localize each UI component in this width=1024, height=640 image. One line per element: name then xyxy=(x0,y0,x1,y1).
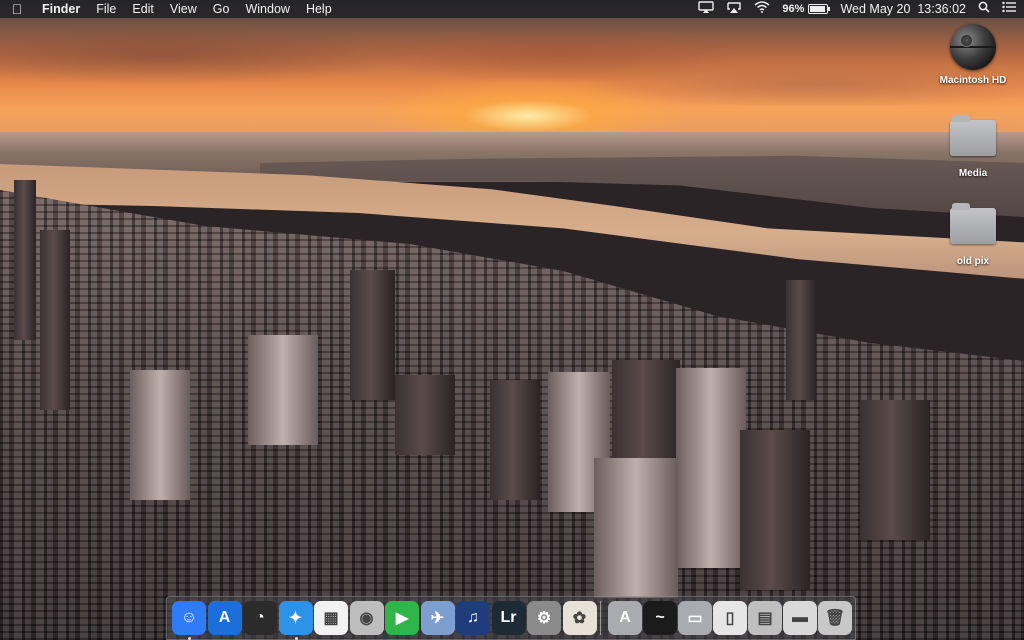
facetime-icon: ▶ xyxy=(395,610,409,627)
skyscraper xyxy=(14,180,36,340)
skyscraper xyxy=(248,335,318,445)
dock-preview[interactable]: ✈ xyxy=(420,601,455,635)
finder-icon: ☺ xyxy=(180,609,198,626)
desktop-icon-label: old pix xyxy=(956,256,990,267)
dock-facetime[interactable]: ▶ xyxy=(385,601,419,635)
battery-status[interactable]: 96% xyxy=(782,0,831,18)
skyscraper xyxy=(40,230,70,410)
menu-finder[interactable]: Finder xyxy=(34,0,88,18)
dock-safari[interactable]: ✦ xyxy=(278,601,313,635)
launchpad-icon: ▦ xyxy=(323,610,339,627)
lightroom-icon: Lr xyxy=(500,609,517,626)
skyscraper xyxy=(350,270,395,400)
hard-drive-icon xyxy=(950,24,996,70)
skyscraper xyxy=(740,430,810,590)
app-store-icon: A xyxy=(218,609,231,626)
status-area: 96% Wed May 20 13:36:02 xyxy=(686,0,1024,18)
safari-icon: ✦ xyxy=(288,610,303,627)
menu-edit[interactable]: Edit xyxy=(124,0,162,18)
desktop-icon-label: Macintosh HD xyxy=(939,75,1007,86)
menu-help[interactable]: Help xyxy=(298,0,340,18)
menu-bar:  Finder File Edit View Go Window Help 9… xyxy=(0,0,1024,18)
menu-view[interactable]: View xyxy=(162,0,205,18)
dock-dashboard[interactable]: ◔ xyxy=(243,601,277,635)
skyscraper xyxy=(612,360,680,470)
dock-separator xyxy=(600,601,601,635)
downloads-folder-icon: ▬ xyxy=(792,609,808,626)
skyscraper xyxy=(786,280,816,400)
skyscraper xyxy=(490,380,540,500)
wifi-icon[interactable] xyxy=(754,0,770,18)
desktop-wallpaper xyxy=(0,0,1024,640)
dock-trash[interactable]: 🗑 xyxy=(818,601,852,635)
dock-photos[interactable]: ✿ xyxy=(562,601,597,635)
skyscraper xyxy=(860,400,930,540)
photos-icon: ✿ xyxy=(572,610,587,627)
desktop-icon-media[interactable]: Media xyxy=(933,115,1013,179)
itunes-icon: ♫ xyxy=(467,609,479,626)
folder-icon xyxy=(950,203,996,244)
dock-lightroom[interactable]: Lr xyxy=(491,601,526,635)
dock-finder[interactable]: ☺ xyxy=(172,601,206,635)
dock: ☺ A ◔ ✦ ▦ ◉ ▶ ✈ ♫ Lr ⚙ ✿ A ~ ▭ ▯ ▤ ▬ 🗑 xyxy=(166,596,856,640)
battery-level xyxy=(810,6,826,12)
dock-downloads-stack[interactable]: ▯ xyxy=(713,601,747,635)
dock-itunes[interactable]: ♫ xyxy=(456,601,490,635)
desktop-icon-macintosh-hd[interactable]: Macintosh HD xyxy=(933,24,1013,86)
skyscraper xyxy=(395,375,455,455)
clock[interactable]: Wed May 20 13:36:02 xyxy=(840,0,966,18)
dock-launchpad[interactable]: ▦ xyxy=(314,601,348,635)
apple-icon[interactable]:  xyxy=(0,0,34,18)
battery-percent: 96% xyxy=(782,3,805,15)
airplay-icon[interactable] xyxy=(726,0,742,18)
skyscraper xyxy=(676,368,746,568)
dock-applications-folder[interactable]: A xyxy=(608,601,642,635)
dashboard-icon: ◔ xyxy=(255,609,265,626)
downloads-stack-icon: ▯ xyxy=(725,610,735,627)
dock-downloads-folder[interactable]: ▬ xyxy=(783,601,817,635)
activity-monitor-icon: ~ xyxy=(655,609,665,626)
applications-folder-icon: A xyxy=(619,609,631,626)
desktop-icon-label: Media xyxy=(958,168,988,179)
dock-document-stack[interactable]: ▤ xyxy=(748,601,782,635)
dock-documents-folder[interactable]: ▭ xyxy=(678,601,712,635)
preview-icon: ✈ xyxy=(430,610,445,627)
system-preferences-icon: ⚙ xyxy=(536,610,552,627)
dvd-player-icon: ◉ xyxy=(359,610,374,627)
clouds xyxy=(0,15,1024,105)
search-icon[interactable] xyxy=(978,0,990,18)
dock-dvd-player[interactable]: ◉ xyxy=(349,601,384,635)
menu-go[interactable]: Go xyxy=(205,0,238,18)
dock-system-preferences[interactable]: ⚙ xyxy=(527,601,561,635)
trash-icon: 🗑 xyxy=(824,610,846,627)
folder-icon xyxy=(950,115,996,156)
desktop-icon-old-pix[interactable]: old pix xyxy=(933,203,1013,267)
skyscraper xyxy=(130,370,190,500)
dock-app-store[interactable]: A xyxy=(207,601,242,635)
airplay-display-icon[interactable] xyxy=(698,0,715,18)
documents-folder-icon: ▭ xyxy=(687,610,703,627)
dock-activity-monitor[interactable]: ~ xyxy=(643,601,677,635)
skyscraper xyxy=(594,458,678,598)
menu-file[interactable]: File xyxy=(88,0,124,18)
menu-window[interactable]: Window xyxy=(237,0,297,18)
battery-icon xyxy=(808,4,831,14)
document-stack-icon: ▤ xyxy=(757,610,773,627)
list-icon[interactable] xyxy=(1002,0,1016,18)
